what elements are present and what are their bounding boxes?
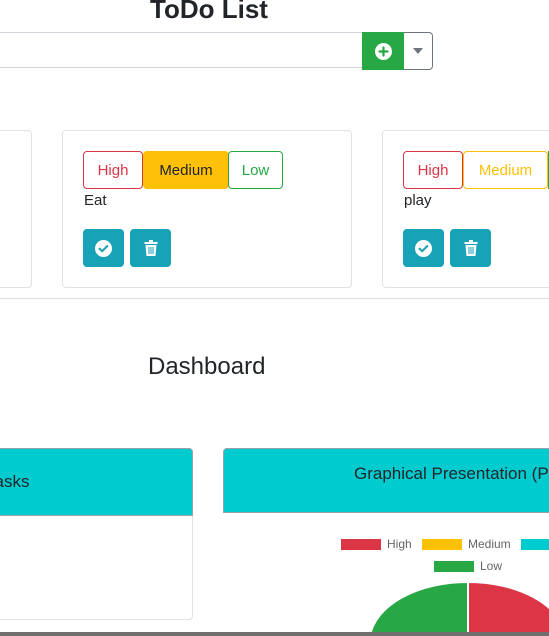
pie-slice-high (467, 580, 549, 636)
bottom-border (0, 632, 549, 636)
pie-chart (368, 580, 549, 636)
pie-slice-low (368, 580, 469, 636)
